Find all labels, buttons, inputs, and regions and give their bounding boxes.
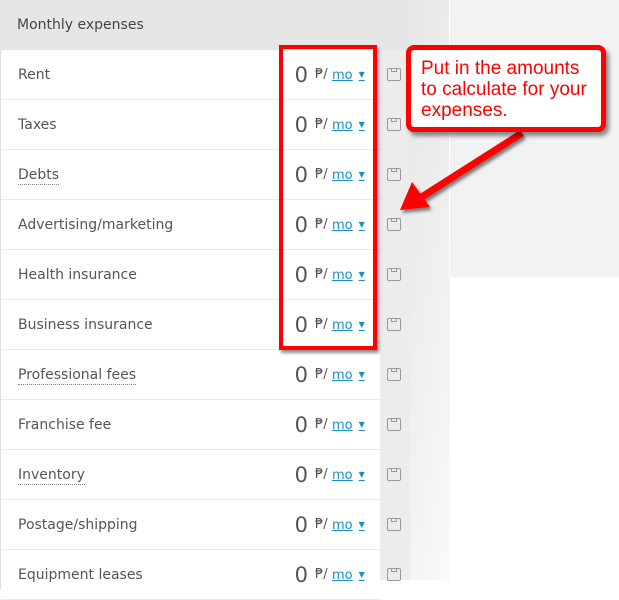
period-label: mo (332, 368, 353, 383)
save-icon[interactable] (387, 568, 401, 581)
expense-row: Franchise fee 0 ₱/ mo ▼ (1, 400, 380, 450)
caret-down-icon: ▼ (358, 420, 365, 429)
save-icon[interactable] (387, 418, 401, 431)
amount-input[interactable]: 0 (295, 462, 308, 488)
save-icon[interactable] (387, 118, 401, 131)
period-label: mo (332, 568, 353, 583)
currency-label: ₱/ (315, 417, 328, 432)
amount-input[interactable]: 0 (295, 512, 308, 538)
currency-label: ₱/ (315, 467, 328, 482)
panel-title: Monthly expenses (0, 0, 410, 50)
expense-label[interactable]: Debts (18, 166, 60, 185)
save-icon[interactable] (387, 218, 401, 231)
annotation-callout: Put in the amounts to calculate for your… (406, 45, 606, 132)
save-icon[interactable] (387, 268, 401, 281)
expense-label: Taxes (18, 117, 57, 133)
caret-down-icon: ▼ (358, 520, 365, 529)
period-dropdown[interactable]: mo ▼ (332, 367, 372, 384)
caret-down-icon: ▼ (358, 570, 365, 579)
expense-row: Professional fees 0 ₱/ mo ▼ (1, 350, 380, 400)
expense-label: Equipment leases (18, 567, 143, 583)
period-dropdown[interactable]: mo ▼ (332, 417, 372, 434)
expense-label: Rent (18, 67, 51, 83)
expense-row: Postage/shipping 0 ₱/ mo ▼ (1, 500, 380, 550)
save-icon[interactable] (387, 518, 401, 531)
background-top-right (450, 0, 619, 277)
background-divider (449, 0, 450, 277)
expense-label: Franchise fee (18, 417, 112, 433)
save-icon[interactable] (387, 318, 401, 331)
expense-label: Business insurance (18, 317, 153, 333)
save-icon[interactable] (387, 168, 401, 181)
expense-label[interactable]: Professional fees (18, 366, 137, 385)
period-label: mo (332, 468, 353, 483)
period-label: mo (332, 518, 353, 533)
expense-row: Equipment leases 0 ₱/ mo ▼ (1, 550, 380, 600)
expense-label: Postage/shipping (18, 517, 138, 533)
expense-label: Advertising/marketing (18, 217, 174, 233)
save-icon[interactable] (387, 368, 401, 381)
caret-down-icon: ▼ (358, 470, 365, 479)
period-dropdown[interactable]: mo ▼ (332, 467, 372, 484)
currency-label: ₱/ (315, 517, 328, 532)
annotation-highlight-box (279, 45, 377, 350)
period-label: mo (332, 418, 353, 433)
save-icon[interactable] (387, 68, 401, 81)
amount-input[interactable]: 0 (295, 412, 308, 438)
amount-input[interactable]: 0 (295, 362, 308, 388)
amount-input[interactable]: 0 (295, 562, 308, 588)
period-dropdown[interactable]: mo ▼ (332, 517, 372, 534)
caret-down-icon: ▼ (358, 370, 365, 379)
expense-label: Health insurance (18, 267, 137, 283)
currency-label: ₱/ (315, 567, 328, 582)
expense-row: Inventory 0 ₱/ mo ▼ (1, 450, 380, 500)
save-icon[interactable] (387, 468, 401, 481)
expense-label[interactable]: Inventory (18, 466, 85, 485)
currency-label: ₱/ (315, 367, 328, 382)
period-dropdown[interactable]: mo ▼ (332, 567, 372, 584)
